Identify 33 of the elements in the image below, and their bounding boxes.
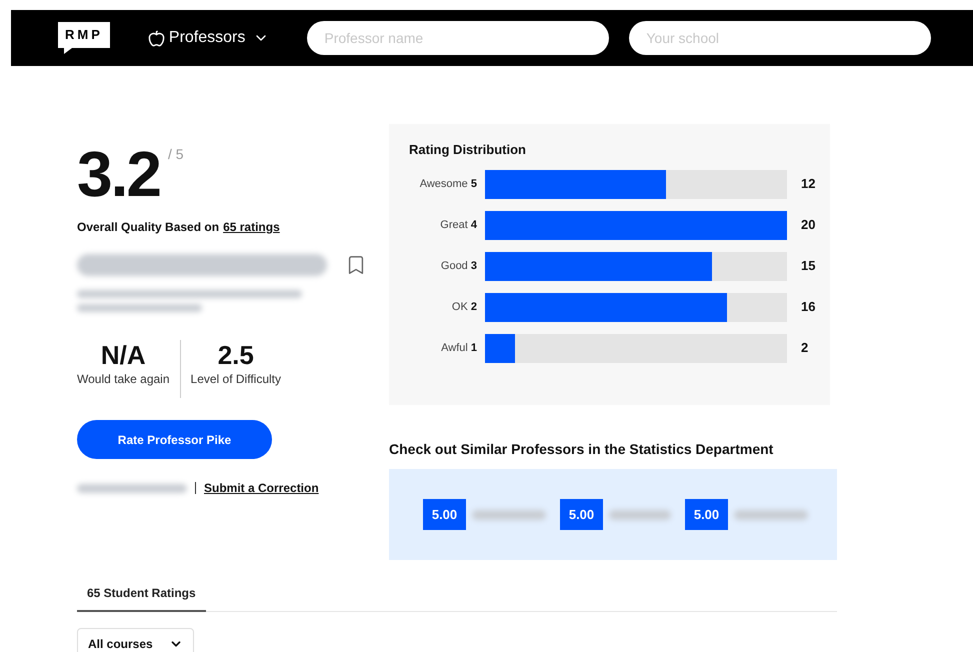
rating-label: Awesome 5 xyxy=(418,176,478,192)
stat-label: Would take again xyxy=(77,371,170,388)
ratings-link[interactable]: 65 ratings xyxy=(223,218,280,236)
ratings-tab[interactable]: 65 Student Ratings xyxy=(77,584,206,612)
rating-count: 12 xyxy=(801,175,816,194)
school-search-field[interactable]: Your school xyxy=(629,21,932,55)
rate-professor-button[interactable]: Rate Professor Pike xyxy=(77,420,272,459)
course-filter-dropdown[interactable]: All courses xyxy=(77,628,194,652)
blurred-text xyxy=(609,510,671,520)
logo: RMP xyxy=(58,22,110,54)
similar-professor-score[interactable]: 5.00 xyxy=(685,499,728,530)
score-out-of: / 5 xyxy=(168,145,184,164)
apple-icon xyxy=(148,30,165,46)
rating-label: Awful 1 xyxy=(440,340,478,356)
quality-caption: Overall Quality Based on xyxy=(77,219,220,236)
rating-label: OK 2 xyxy=(450,300,478,315)
stat-label: Level of Difficulty xyxy=(190,371,282,388)
submit-correction-link[interactable]: Submit a Correction xyxy=(204,479,319,497)
similar-professor-score[interactable]: 5.00 xyxy=(560,499,603,530)
rating-count: 20 xyxy=(801,216,816,234)
rating-count: 2 xyxy=(801,339,808,358)
quality-score: 3.2 xyxy=(77,144,160,204)
rating-count: 16 xyxy=(801,298,816,316)
distribution-title: Rating Distribution xyxy=(409,141,527,159)
rating-label: Great 4 xyxy=(439,218,478,233)
similar-professor-score[interactable]: 5.00 xyxy=(423,499,466,530)
rating-count: 15 xyxy=(801,257,816,276)
stat-value: 2.5 xyxy=(218,340,254,370)
professor-search-field[interactable]: Professor name xyxy=(307,21,610,55)
rating-label: Good 3 xyxy=(440,258,478,274)
stat-value: N/A xyxy=(100,340,146,370)
similar-title: Check out Similar Professors in the Statistics Department xyxy=(389,440,774,459)
professors-menu[interactable]: Professors xyxy=(148,26,270,50)
